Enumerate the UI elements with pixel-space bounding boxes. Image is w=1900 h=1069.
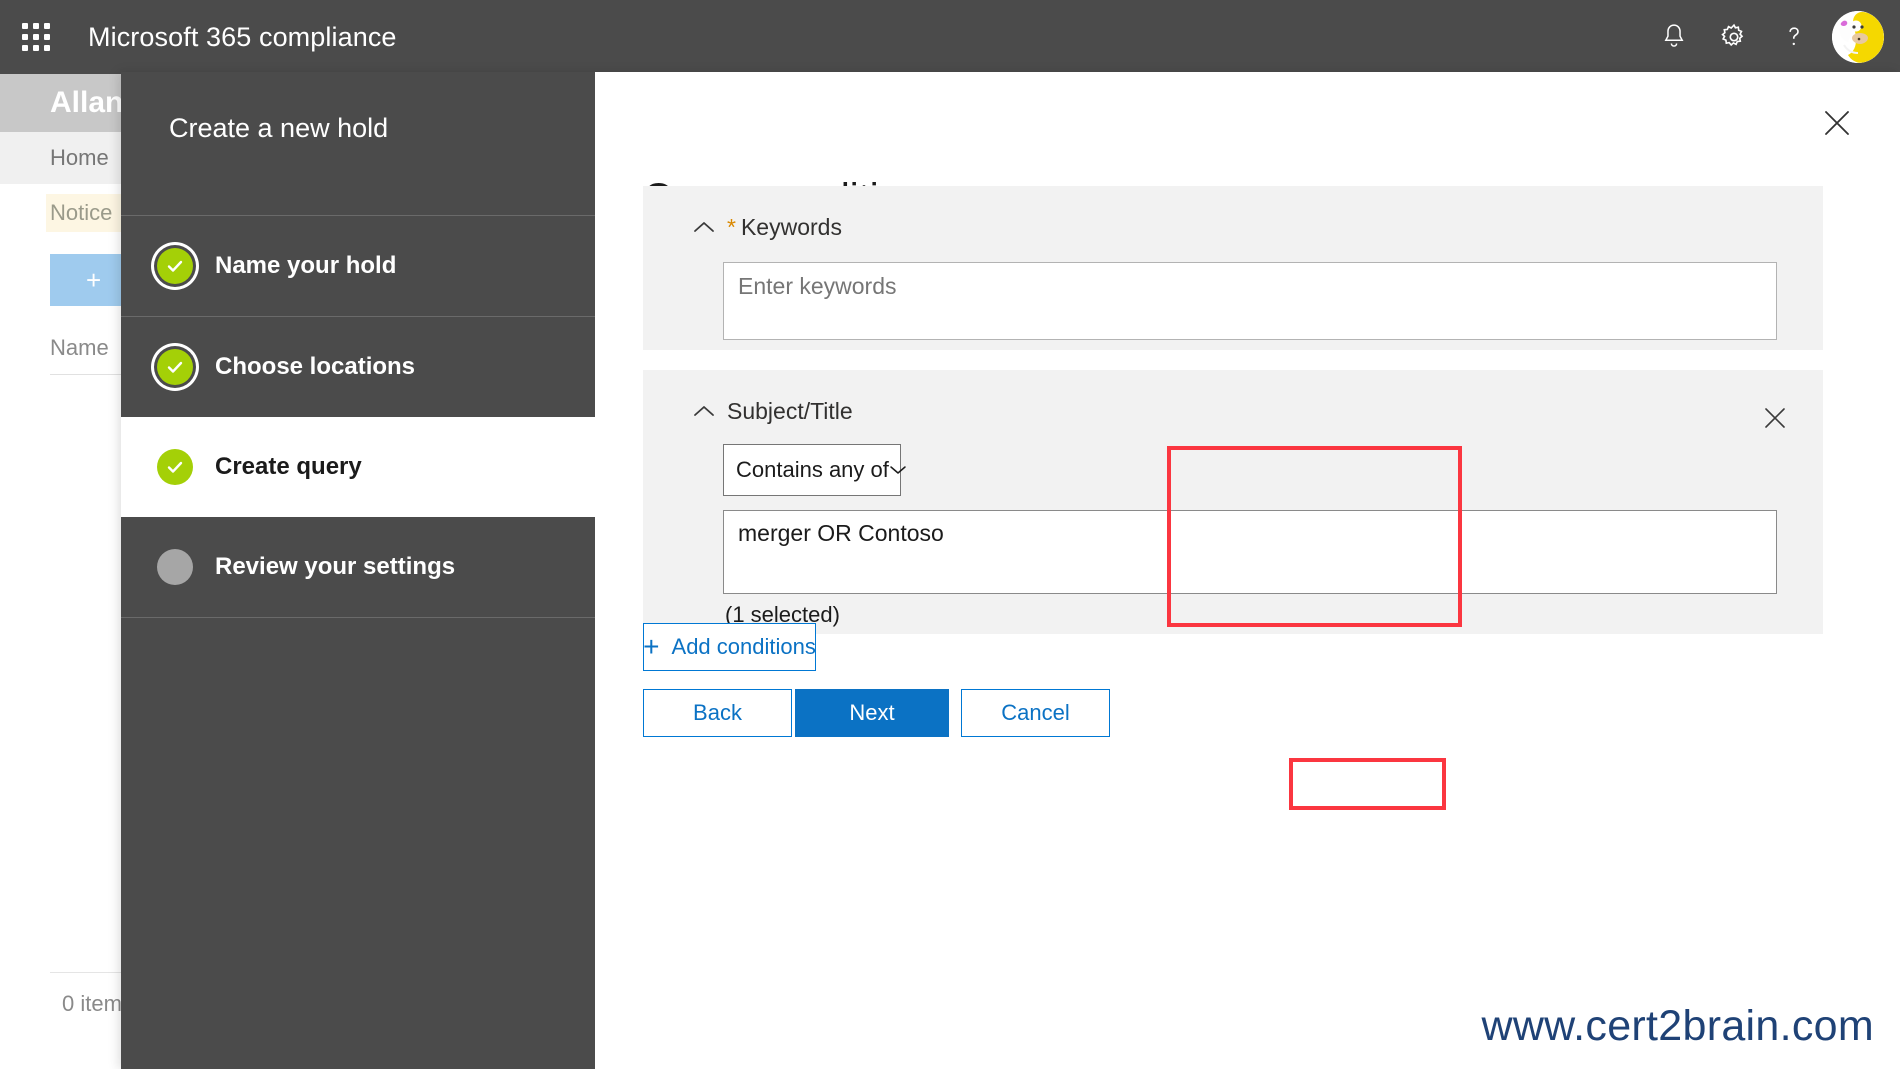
wizard-title: Create a new hold — [169, 113, 389, 143]
condition-card-subject-title: Subject/Title Contains any of (1 selecte… — [643, 370, 1823, 634]
add-conditions-label: Add conditions — [671, 634, 816, 659]
sidebar-item-name-your-hold[interactable]: Name your hold — [121, 216, 595, 316]
step-pending-dot-icon — [157, 549, 193, 585]
bell-icon[interactable] — [1644, 0, 1704, 74]
required-asterisk: * — [727, 213, 736, 240]
add-conditions-button[interactable]: + Add conditions — [643, 623, 816, 671]
condition-label: Keywords — [740, 213, 842, 240]
wizard-nav-title-block: Create a new hold — [121, 72, 595, 215]
suite-title: Microsoft 365 compliance — [88, 21, 397, 52]
plus-icon: + — [643, 631, 660, 662]
suite-header-actions — [1644, 0, 1900, 74]
sidebar-item-create-query[interactable]: Create query — [121, 417, 595, 517]
sidebar-item-label: Review your settings — [215, 553, 456, 580]
sidebar-item-label: Choose locations — [215, 353, 416, 380]
condition-header-subject-title: Subject/Title — [643, 370, 1823, 428]
sidebar-item-review-your-settings[interactable]: Review your settings — [121, 517, 595, 617]
wizard-content: Query conditions * Keywords — [595, 72, 1900, 1069]
application-root: Microsoft 365 compliance Allan Home Noti… — [0, 0, 1900, 1069]
subject-title-value-input[interactable] — [723, 510, 1777, 594]
chevron-up-icon[interactable] — [691, 398, 717, 424]
back-button[interactable]: Back — [643, 689, 792, 737]
operator-value: Contains any of — [736, 457, 889, 482]
step-complete-check-icon — [157, 248, 193, 284]
keywords-input[interactable] — [723, 262, 1777, 340]
sidebar-item-label: Name your hold — [215, 252, 397, 279]
chevron-down-icon — [889, 464, 907, 476]
sidebar-item-choose-locations[interactable]: Choose locations — [121, 317, 595, 417]
question-mark-icon[interactable] — [1764, 0, 1824, 74]
close-icon[interactable] — [1753, 396, 1797, 440]
watermark: www.cert2brain.com — [1481, 1002, 1874, 1050]
chevron-up-icon[interactable] — [691, 214, 717, 240]
sidebar-item-label: Create query — [215, 453, 362, 480]
avatar[interactable] — [1832, 11, 1884, 63]
condition-header-keywords: * Keywords — [643, 186, 1823, 244]
annotation-highlight-next-button — [1289, 758, 1446, 810]
waffle-grid-icon[interactable] — [18, 19, 54, 55]
cancel-button[interactable]: Cancel — [961, 689, 1110, 737]
suite-header-bar: Microsoft 365 compliance — [0, 0, 1900, 74]
condition-label: Subject/Title — [727, 397, 853, 424]
nav-divider — [121, 617, 595, 618]
condition-card-keywords: * Keywords — [643, 186, 1823, 350]
operator-dropdown[interactable]: Contains any of — [723, 444, 906, 496]
step-complete-check-icon — [157, 349, 193, 385]
close-icon[interactable] — [1810, 96, 1864, 150]
next-button[interactable]: Next — [795, 689, 949, 737]
wizard-step-nav: Create a new hold Name your hold Choose … — [121, 72, 595, 1069]
gear-icon[interactable] — [1704, 0, 1764, 74]
step-complete-check-icon — [157, 449, 193, 485]
create-hold-wizard-panel: Create a new hold Name your hold Choose … — [121, 72, 1900, 1069]
